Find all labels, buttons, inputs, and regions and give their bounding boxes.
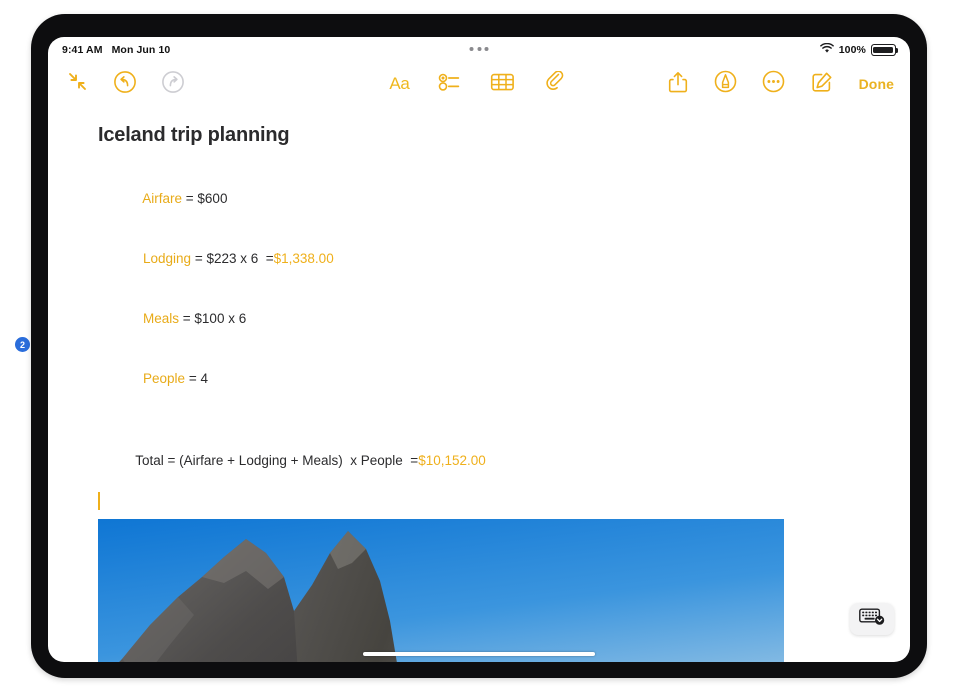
- mountain-photo-attachment[interactable]: [98, 519, 784, 662]
- total-expression: Total = (Airfare + Lodging + Meals) x Pe…: [135, 453, 419, 468]
- note-content[interactable]: Iceland trip planning Airfare = $600 Lod…: [48, 105, 910, 662]
- battery-icon: [871, 44, 899, 56]
- keyboard-dismiss-button[interactable]: [850, 603, 894, 635]
- status-bar: 9:41 AM Mon Jun 10 100%: [48, 37, 910, 63]
- calc-expression: = $100 x 6: [179, 311, 247, 326]
- home-indicator[interactable]: [363, 651, 595, 656]
- redo-button: [160, 70, 186, 99]
- calc-variable: People: [143, 371, 186, 386]
- status-bar-left: 9:41 AM Mon Jun 10: [62, 44, 170, 56]
- checklist-button[interactable]: [437, 71, 463, 97]
- annotation-callout-2: 2: [15, 337, 30, 352]
- screenshot-root: 2 9:41 AM Mon Jun 10 100% Aa Done Icelan…: [0, 0, 958, 692]
- compose-icon: [811, 71, 833, 98]
- share-icon: [668, 71, 688, 98]
- calc-expression: = $223 x 6 =: [191, 251, 274, 266]
- collapse-arrows-icon: [67, 71, 88, 97]
- calc-expression: = 4: [185, 371, 208, 386]
- wifi-icon: [819, 42, 834, 57]
- markup-pen-icon: [714, 70, 737, 98]
- more-button[interactable]: [761, 70, 787, 98]
- toolbar-right-group: Done: [665, 70, 894, 98]
- calc-variable: Airfare: [142, 191, 183, 206]
- redo-arrow-icon: [161, 70, 185, 99]
- collapse-button[interactable]: [64, 71, 90, 97]
- share-button[interactable]: [665, 71, 691, 97]
- calc-line[interactable]: People = 4: [98, 349, 860, 409]
- ipad-device-frame: 9:41 AM Mon Jun 10 100% Aa Done Iceland …: [31, 14, 927, 678]
- ellipsis-circle-icon: [762, 70, 785, 98]
- handle-dot: [469, 47, 474, 51]
- checklist-icon: [438, 72, 461, 97]
- note-title[interactable]: Iceland trip planning: [98, 124, 860, 147]
- paperclip-icon: [546, 69, 566, 98]
- battery-fill: [873, 46, 894, 54]
- undo-button[interactable]: [112, 70, 138, 99]
- ipad-screen: 9:41 AM Mon Jun 10 100% Aa Done Iceland …: [48, 37, 910, 662]
- calc-variable: Meals: [143, 311, 180, 326]
- done-button[interactable]: Done: [857, 76, 894, 92]
- calc-variable: Lodging: [143, 251, 192, 266]
- handle-dot: [477, 47, 481, 51]
- total-line[interactable]: Total = (Airfare + Lodging + Meals) x Pe…: [98, 431, 860, 491]
- status-date: Mon Jun 10: [111, 44, 171, 56]
- handle-dot: [484, 47, 489, 51]
- toolbar-left-group: [64, 70, 186, 99]
- calc-expression: = $600: [182, 191, 228, 206]
- battery-percent-label: 100%: [838, 44, 866, 56]
- status-bar-right: 100%: [819, 42, 899, 57]
- text-caret: [98, 492, 100, 510]
- compose-button[interactable]: [809, 71, 835, 97]
- attachment-button[interactable]: [543, 69, 569, 98]
- note-toolbar: Aa Done: [48, 63, 910, 105]
- calculation-block[interactable]: Airfare = $600 Lodging = $223 x 6 =$1,33…: [98, 169, 860, 409]
- empty-line-with-cursor[interactable]: [98, 492, 860, 512]
- calc-line[interactable]: Airfare = $600: [98, 169, 860, 229]
- calc-result: $1,338.00: [273, 251, 334, 266]
- multitask-handle-icon[interactable]: [469, 47, 489, 51]
- calc-line[interactable]: Lodging = $223 x 6 =$1,338.00: [98, 229, 860, 289]
- markup-button[interactable]: [713, 70, 739, 98]
- toolbar-center-group: Aa: [389, 69, 569, 98]
- keyboard-dismiss-icon: [859, 607, 885, 631]
- table-button[interactable]: [490, 71, 516, 97]
- format-button[interactable]: Aa: [389, 74, 410, 94]
- table-icon: [491, 72, 515, 97]
- total-result: $10,152.00: [418, 453, 486, 468]
- undo-arrow-icon: [113, 70, 137, 99]
- calc-line[interactable]: Meals = $100 x 6: [98, 289, 860, 349]
- status-time: 9:41 AM: [62, 44, 103, 56]
